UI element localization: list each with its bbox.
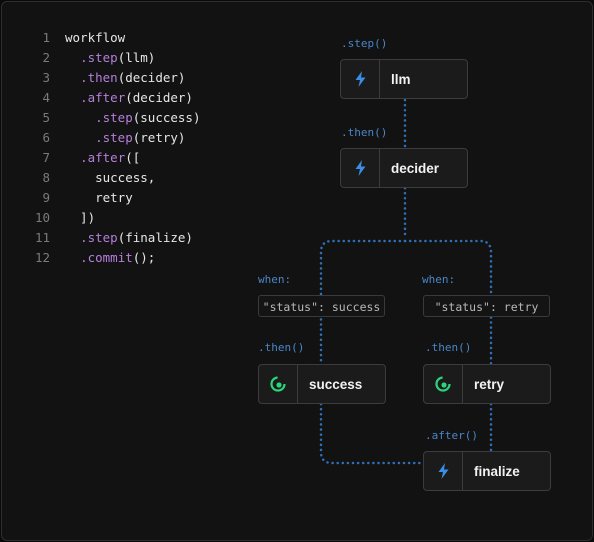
lightning-icon bbox=[424, 452, 463, 490]
lightning-icon bbox=[341, 60, 380, 98]
when-label-retry: when: bbox=[422, 273, 456, 286]
lightning-icon bbox=[341, 149, 380, 187]
step-label: .step() bbox=[341, 37, 388, 50]
then-label-retry: .then() bbox=[425, 341, 472, 354]
condition-success: "status": success bbox=[258, 295, 385, 317]
workflow-panel: 1 workflow 2 .step(llm) 3 .then(decider) 4 .… bbox=[1, 1, 593, 541]
connector-success-finalize bbox=[319, 402, 424, 465]
node-label: finalize bbox=[474, 463, 520, 479]
node-llm[interactable]: llm bbox=[340, 59, 468, 99]
node-label: decider bbox=[391, 160, 440, 176]
spiral-icon bbox=[259, 365, 298, 403]
node-success[interactable]: success bbox=[258, 364, 386, 404]
after-label-finalize: .after() bbox=[425, 429, 478, 442]
then-label-success: .then() bbox=[258, 341, 305, 354]
condition-retry: "status": retry bbox=[423, 295, 550, 317]
spiral-icon bbox=[424, 365, 463, 403]
node-label: llm bbox=[391, 71, 411, 87]
node-decider[interactable]: decider bbox=[340, 148, 468, 188]
then-label-decider: .then() bbox=[341, 126, 388, 139]
node-retry[interactable]: retry bbox=[423, 364, 551, 404]
node-label: retry bbox=[474, 376, 505, 392]
when-label-success: when: bbox=[258, 273, 292, 286]
node-finalize[interactable]: finalize bbox=[423, 451, 551, 491]
node-label: success bbox=[309, 376, 363, 392]
